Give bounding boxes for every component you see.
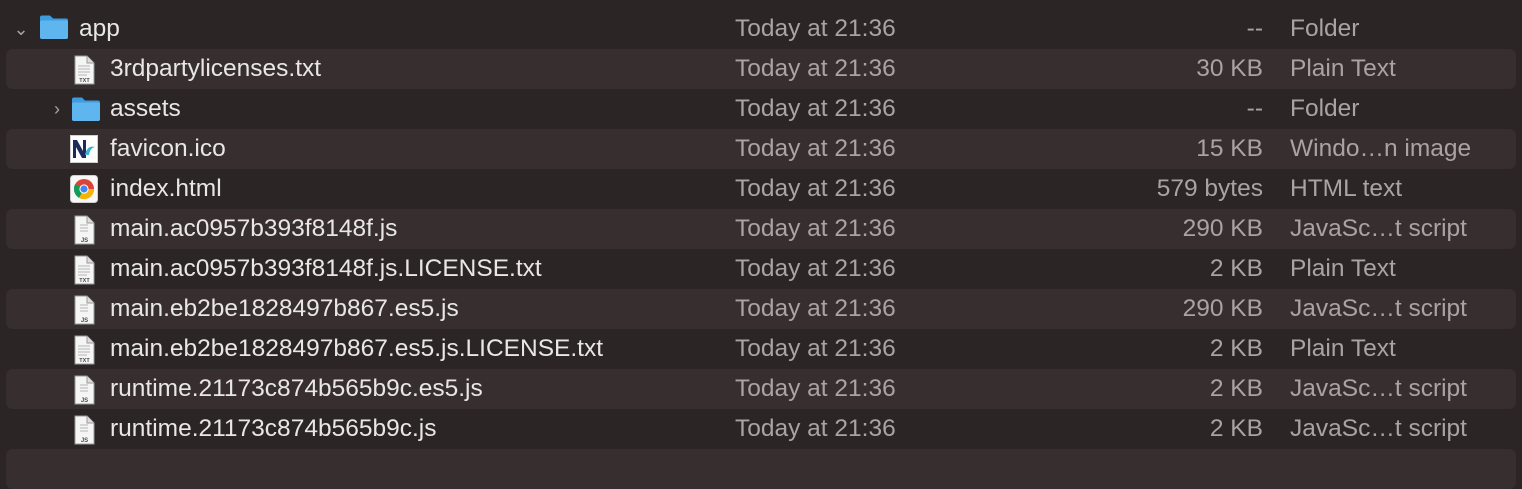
file-size: 2 KB: [1209, 415, 1263, 442]
svg-text:JS: JS: [81, 438, 88, 444]
empty-row: [6, 449, 1516, 489]
file-name: runtime.21173c874b565b9c.js: [110, 415, 437, 442]
date-modified: Today at 21:36: [735, 375, 896, 402]
file-row[interactable]: › assets Today at 21:36 -- Folder: [6, 89, 1516, 129]
file-size: 30 KB: [1196, 55, 1263, 82]
file-name: runtime.21173c874b565b9c.es5.js: [110, 375, 483, 402]
favicon-icon: [70, 135, 98, 163]
file-row[interactable]: favicon.ico Today at 21:36 15 KB Windo…n im…: [6, 129, 1516, 169]
file-kind: Plain Text: [1290, 55, 1396, 82]
file-size: 290 KB: [1182, 295, 1263, 322]
file-name: main.eb2be1828497b867.es5.js: [110, 295, 459, 322]
disclosure-collapsed-icon[interactable]: ›: [46, 89, 68, 129]
file-name: main.ac0957b393f8148f.js: [110, 215, 398, 242]
txt-file-icon: TXT: [70, 255, 98, 285]
date-modified: Today at 21:36: [735, 95, 896, 122]
file-name: assets: [110, 95, 181, 122]
file-size: --: [1246, 95, 1263, 122]
file-kind: Folder: [1290, 15, 1360, 42]
file-name: 3rdpartylicenses.txt: [110, 55, 322, 82]
date-modified: Today at 21:36: [735, 415, 896, 442]
file-kind: JavaSc…t script: [1290, 295, 1467, 322]
file-size: 15 KB: [1196, 135, 1263, 162]
file-size: 579 bytes: [1156, 175, 1263, 202]
date-modified: Today at 21:36: [735, 135, 896, 162]
file-row[interactable]: JS main.eb2be1828497b867.es5.js Today at 2…: [6, 289, 1516, 329]
js-file-icon: JS: [70, 215, 98, 245]
date-modified: Today at 21:36: [735, 255, 896, 282]
file-name: app: [79, 15, 120, 42]
svg-text:JS: JS: [81, 318, 88, 324]
txt-file-icon: TXT: [70, 55, 98, 85]
file-name: index.html: [110, 175, 222, 202]
svg-text:JS: JS: [81, 238, 88, 244]
file-kind: JavaSc…t script: [1290, 215, 1467, 242]
date-modified: Today at 21:36: [735, 335, 896, 362]
svg-text:JS: JS: [81, 398, 88, 404]
file-row[interactable]: JS runtime.21173c874b565b9c.js Today at 21…: [6, 409, 1516, 449]
date-modified: Today at 21:36: [735, 295, 896, 322]
chrome-icon: [70, 175, 98, 203]
disclosure-expanded-icon[interactable]: ⌄: [10, 9, 32, 49]
folder-icon: [38, 13, 70, 41]
file-name: main.ac0957b393f8148f.js.LICENSE.txt: [110, 255, 542, 282]
date-modified: Today at 21:36: [735, 55, 896, 82]
file-size: 290 KB: [1182, 215, 1263, 242]
svg-text:TXT: TXT: [79, 358, 90, 364]
file-kind: Plain Text: [1290, 335, 1396, 362]
js-file-icon: JS: [70, 415, 98, 445]
file-kind: Folder: [1290, 95, 1360, 122]
file-name: favicon.ico: [110, 135, 226, 162]
folder-icon: [70, 95, 100, 123]
file-row[interactable]: JS main.ac0957b393f8148f.js Today at 21:36…: [6, 209, 1516, 249]
file-list: ⌄ app Today at 21:36 -- Folder TXT 3rdpartylic…: [0, 9, 1522, 489]
file-size: 2 KB: [1209, 335, 1263, 362]
file-kind: Windo…n image: [1290, 135, 1472, 162]
file-row[interactable]: TXT main.eb2be1828497b867.es5.js.LICENSE.…: [6, 329, 1516, 369]
date-modified: Today at 21:36: [735, 215, 896, 242]
file-kind: JavaSc…t script: [1290, 375, 1467, 402]
svg-text:TXT: TXT: [79, 78, 90, 84]
txt-file-icon: TXT: [70, 335, 98, 365]
file-size: --: [1246, 15, 1263, 42]
file-name: main.eb2be1828497b867.es5.js.LICENSE.txt: [110, 335, 604, 362]
js-file-icon: JS: [70, 295, 98, 325]
file-row[interactable]: TXT 3rdpartylicenses.txt Today at 21:36 30 …: [6, 49, 1516, 89]
file-size: 2 KB: [1209, 375, 1263, 402]
svg-text:TXT: TXT: [79, 278, 90, 284]
file-row[interactable]: JS runtime.21173c874b565b9c.es5.js Today a…: [6, 369, 1516, 409]
js-file-icon: JS: [70, 375, 98, 405]
date-modified: Today at 21:36: [735, 15, 896, 42]
file-kind: JavaSc…t script: [1290, 415, 1467, 442]
file-kind: Plain Text: [1290, 255, 1396, 282]
file-kind: HTML text: [1290, 175, 1403, 202]
file-row[interactable]: ⌄ app Today at 21:36 -- Folder: [6, 9, 1516, 49]
file-row[interactable]: TXT main.ac0957b393f8148f.js.LICENSE.txt T…: [6, 249, 1516, 289]
date-modified: Today at 21:36: [735, 175, 896, 202]
file-size: 2 KB: [1209, 255, 1263, 282]
file-row[interactable]: index.html Today at 21:36 579 bytes HTML te…: [6, 169, 1516, 209]
